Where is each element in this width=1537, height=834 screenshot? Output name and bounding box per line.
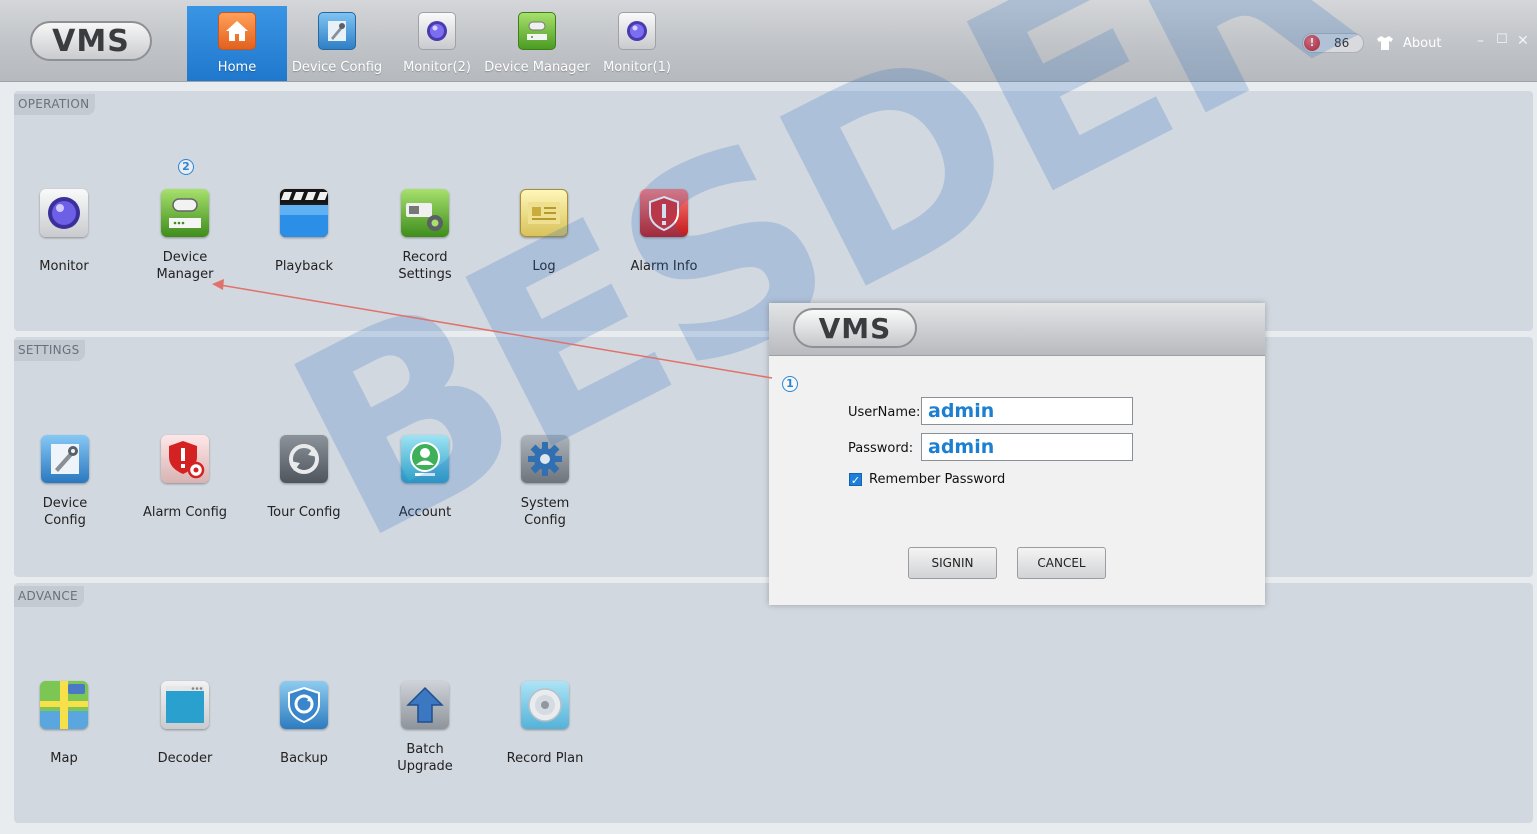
username-input[interactable] (921, 397, 1133, 425)
password-input[interactable] (921, 433, 1133, 461)
log-icon (520, 189, 568, 237)
tab-monitor-2-label: Monitor(2) (403, 60, 471, 75)
tile-monitor-label: Monitor (39, 259, 89, 274)
tour-config-icon (280, 435, 328, 483)
app-logo: VMS (30, 21, 152, 61)
tile-batch-upgrade[interactable]: Batch Upgrade (365, 681, 485, 775)
playback-icon (280, 189, 328, 237)
login-logo: VMS (793, 308, 917, 348)
tile-decoder-label: Decoder (157, 751, 213, 766)
tile-log[interactable]: Log (484, 189, 604, 275)
alarm-count: 86 (1334, 36, 1350, 50)
settings-title: SETTINGS (14, 340, 86, 361)
record-plan-icon (521, 681, 569, 729)
camera-icon (418, 12, 456, 50)
tile-record-plan-label: Record Plan (506, 751, 584, 766)
tile-alarm-info[interactable]: Alarm Info (604, 189, 724, 275)
alarm-info-icon (640, 189, 688, 237)
decoder-icon (161, 681, 209, 729)
remember-password-checkbox[interactable]: ✓ (849, 473, 862, 487)
tile-decoder[interactable]: Decoder (125, 681, 245, 767)
map-icon (40, 681, 88, 729)
tile-record-settings-label: Record Settings (398, 250, 452, 282)
tab-home-label: Home (217, 60, 257, 75)
batch-upgrade-icon (401, 681, 449, 729)
tab-monitor-2[interactable]: Monitor(2) (387, 6, 487, 81)
cancel-button[interactable]: CANCEL (1017, 547, 1106, 579)
close-button[interactable]: ✕ (1517, 33, 1529, 49)
tab-device-config[interactable]: Device Config (287, 6, 387, 81)
tile-device-manager-label: Device Manager (156, 250, 214, 282)
password-label: Password: (848, 441, 914, 456)
maximize-button[interactable]: ☐ (1496, 32, 1508, 47)
tile-monitor[interactable]: Monitor (4, 189, 124, 275)
tile-log-label: Log (532, 259, 556, 274)
minimize-button[interactable]: – (1477, 33, 1484, 49)
alarm-config-icon (161, 435, 209, 483)
tile-alarm-info-label: Alarm Info (630, 259, 698, 274)
device-manager-icon (161, 189, 209, 237)
tile-backup-label: Backup (280, 751, 328, 766)
tile-batch-upgrade-label: Batch Upgrade (397, 742, 453, 774)
step-marker-1: 1 (782, 376, 798, 392)
device-config-icon (318, 12, 356, 50)
tile-map-label: Map (50, 751, 78, 766)
device-config-icon (41, 435, 89, 483)
tile-device-config[interactable]: Device Config (5, 435, 125, 529)
system-config-icon (521, 435, 569, 483)
username-label: UserName: (848, 405, 921, 420)
tile-account[interactable]: Account (365, 435, 485, 521)
signin-button[interactable]: SIGNIN (908, 547, 997, 579)
tab-device-manager-label: Device Manager (484, 60, 590, 75)
tile-playback-label: Playback (274, 259, 333, 274)
tab-home[interactable]: Home (187, 6, 287, 81)
tile-account-label: Account (398, 505, 452, 520)
tab-monitor-1-label: Monitor(1) (603, 60, 671, 75)
tab-monitor-1[interactable]: Monitor(1) (587, 6, 687, 81)
tile-record-settings[interactable]: Record Settings (365, 189, 485, 283)
tile-device-config-label: Device Config (42, 496, 88, 528)
advance-title: ADVANCE (14, 586, 84, 607)
tile-alarm-config[interactable]: Alarm Config (125, 435, 245, 521)
tile-device-manager[interactable]: Device Manager (125, 189, 245, 283)
record-settings-icon (401, 189, 449, 237)
alarm-icon: ! (1304, 35, 1320, 51)
tile-map[interactable]: Map (4, 681, 124, 767)
step-marker-2: 2 (178, 159, 194, 175)
tile-tour-config-label: Tour Config (267, 505, 341, 520)
remember-password-label: Remember Password (869, 472, 1006, 487)
tile-system-config[interactable]: System Config (485, 435, 605, 529)
account-icon (401, 435, 449, 483)
tile-tour-config[interactable]: Tour Config (244, 435, 364, 521)
camera-icon (618, 12, 656, 50)
about-link[interactable]: About (1403, 36, 1441, 51)
tile-system-config-label: System Config (520, 496, 570, 528)
tile-alarm-config-label: Alarm Config (142, 505, 228, 520)
tile-record-plan[interactable]: Record Plan (485, 681, 605, 767)
login-dialog: VMS UserName: Password: ✓ Remember Passw… (769, 303, 1265, 605)
operation-title: OPERATION (14, 94, 96, 115)
shirt-icon[interactable] (1376, 35, 1394, 51)
login-dialog-header[interactable]: VMS (769, 303, 1265, 356)
device-manager-icon (518, 12, 556, 50)
tile-playback[interactable]: Playback (244, 189, 364, 275)
monitor-icon (40, 189, 88, 237)
title-bar: VMS Home Device Config Monitor(2) Device… (0, 0, 1537, 82)
tab-device-config-label: Device Config (291, 60, 383, 75)
backup-icon (280, 681, 328, 729)
home-icon (218, 12, 256, 50)
tile-backup[interactable]: Backup (244, 681, 364, 767)
tab-device-manager[interactable]: Device Manager (484, 6, 590, 81)
